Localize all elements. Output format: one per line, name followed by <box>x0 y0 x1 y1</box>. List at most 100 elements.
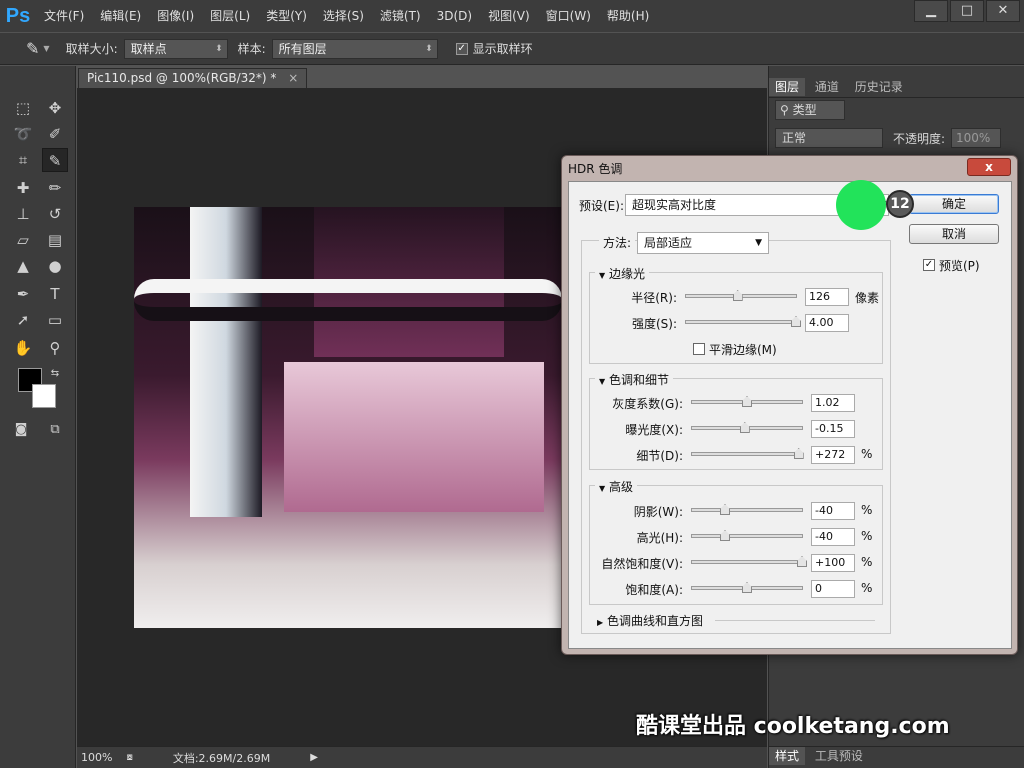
tab-layers[interactable]: 图层 <box>769 78 806 96</box>
vibrance-slider[interactable] <box>691 556 807 567</box>
blend-mode-select[interactable]: 正常 <box>775 128 883 148</box>
eyedropper-icon[interactable]: ✎ <box>26 39 39 58</box>
vibrance-unit: % <box>861 555 873 569</box>
close-tab-icon[interactable]: × <box>288 71 298 85</box>
curve-section-toggle[interactable]: ▶ 色调曲线和直方图 <box>597 612 703 629</box>
menu-edit[interactable]: 编辑(E) <box>92 0 149 32</box>
tab-tool-presets[interactable]: 工具预设 <box>809 747 869 765</box>
eraser-tool-icon[interactable]: ▱ <box>10 228 36 252</box>
exposure-slider[interactable] <box>691 422 803 433</box>
menu-filter[interactable]: 滤镜(T) <box>372 0 429 32</box>
tone-detail-title[interactable]: ▼ 色调和细节 <box>595 371 673 388</box>
step-number-badge: 12 <box>886 190 914 218</box>
menu-layer[interactable]: 图层(L) <box>202 0 258 32</box>
background-color-swatch[interactable] <box>32 384 56 408</box>
eyedropper-tool-icon[interactable]: ✎ <box>42 148 68 172</box>
section-divider <box>715 620 875 621</box>
ok-button[interactable]: 确定 <box>909 194 999 214</box>
document-image[interactable] <box>134 207 562 628</box>
gamma-input[interactable]: 1.02 <box>811 394 855 412</box>
menu-image[interactable]: 图像(I) <box>149 0 202 32</box>
strength-slider[interactable] <box>685 316 801 327</box>
menu-file[interactable]: 文件(F) <box>36 0 92 32</box>
sample-size-select[interactable]: 取样点 ⬍ <box>123 38 228 59</box>
show-ring-label: 显示取样环 <box>472 42 533 56</box>
select-arrow-icon: ⬍ <box>215 43 223 54</box>
clone-stamp-tool-icon[interactable]: ⊥ <box>10 202 36 226</box>
menu-type[interactable]: 类型(Y) <box>258 0 315 32</box>
dodge-tool-icon[interactable]: ● <box>42 254 68 278</box>
radius-label: 半径(R): <box>631 291 677 305</box>
menu-view[interactable]: 视图(V) <box>480 0 538 32</box>
highlight-slider[interactable] <box>691 530 803 541</box>
chevron-down-icon: ▼ <box>755 238 762 248</box>
edge-glow-title[interactable]: ▼ 边缘光 <box>595 265 649 282</box>
tab-channels[interactable]: 通道 <box>809 78 845 96</box>
pen-tool-icon[interactable]: ✒ <box>10 282 36 306</box>
history-brush-tool-icon[interactable]: ↺ <box>42 202 68 226</box>
quick-select-tool-icon[interactable]: ✐ <box>42 122 68 146</box>
sample-select[interactable]: 所有图层 ⬍ <box>271 38 438 59</box>
sample-value: 所有图层 <box>278 41 327 56</box>
exposure-input[interactable]: -0.15 <box>811 420 855 438</box>
path-select-tool-icon[interactable]: ➚ <box>10 308 36 332</box>
sample-size-value: 取样点 <box>130 41 167 56</box>
saturation-unit: % <box>861 581 873 595</box>
shadow-input[interactable]: -40 <box>811 502 855 520</box>
smooth-edges-checkbox[interactable] <box>693 343 705 355</box>
curve-section-title: 色调曲线和直方图 <box>606 614 703 628</box>
panel-tab-strip: 图层 通道 历史记录 <box>769 78 1024 98</box>
tool-preset-chevron-icon[interactable]: ▼ <box>43 44 49 53</box>
healing-brush-tool-icon[interactable]: ✚ <box>10 176 36 200</box>
method-select[interactable]: 局部适应 ▼ <box>637 232 769 254</box>
hand-tool-icon[interactable]: ✋ <box>10 336 36 360</box>
marquee-tool-icon[interactable]: ⬚ <box>10 96 36 120</box>
zoom-tool-icon[interactable]: ⚲ <box>42 336 68 360</box>
radius-slider[interactable] <box>685 290 797 301</box>
menu-window[interactable]: 窗口(W) <box>538 0 599 32</box>
rectangle-tool-icon[interactable]: ▭ <box>42 308 68 332</box>
quick-mask-icon[interactable]: ◙ <box>8 418 34 442</box>
radius-input[interactable]: 126 <box>805 288 849 306</box>
menu-select[interactable]: 选择(S) <box>315 0 372 32</box>
document-tab[interactable]: Pic110.psd @ 100%(RGB/32*) * × <box>78 68 308 88</box>
screen-mode-icon[interactable]: ⧉ <box>42 418 68 442</box>
type-tool-icon[interactable]: T <box>42 282 68 306</box>
status-menu-icon[interactable]: ⧇ <box>126 752 132 763</box>
blur-tool-icon[interactable]: ▲ <box>10 254 36 278</box>
shadow-slider[interactable] <box>691 504 803 515</box>
tab-history[interactable]: 历史记录 <box>849 78 909 96</box>
swap-colors-icon[interactable]: ⇆ <box>42 362 68 386</box>
strength-input[interactable]: 4.00 <box>805 314 849 332</box>
minimize-button[interactable]: ▁ <box>914 0 948 22</box>
move-tool-icon[interactable]: ✥ <box>42 96 68 120</box>
brush-tool-icon[interactable]: ✏ <box>42 176 68 200</box>
dialog-close-button[interactable]: x <box>967 158 1011 176</box>
lasso-tool-icon[interactable]: ➰ <box>10 122 36 146</box>
status-arrow-icon[interactable]: ▶ <box>310 752 318 763</box>
kind-filter-select[interactable]: ⚲ 类型 <box>775 100 845 120</box>
saturation-input[interactable]: 0 <box>811 580 855 598</box>
maximize-button[interactable]: □ <box>950 0 984 22</box>
highlight-input[interactable]: -40 <box>811 528 855 546</box>
cancel-button[interactable]: 取消 <box>909 224 999 244</box>
menu-3d[interactable]: 3D(D) <box>429 0 480 32</box>
gamma-slider[interactable] <box>691 396 803 407</box>
shadow-label: 阴影(W): <box>633 505 683 519</box>
tab-styles[interactable]: 样式 <box>769 747 806 765</box>
detail-slider[interactable] <box>691 448 804 459</box>
menu-bar: Ps 文件(F) 编辑(E) 图像(I) 图层(L) 类型(Y) 选择(S) 滤… <box>0 0 1024 32</box>
close-window-button[interactable]: ✕ <box>986 0 1020 22</box>
crop-tool-icon[interactable]: ⌗ <box>10 148 36 172</box>
vibrance-input[interactable]: +100 <box>811 554 855 572</box>
advanced-title[interactable]: ▼ 高级 <box>595 478 637 495</box>
zoom-level[interactable]: 100% <box>81 751 112 764</box>
show-ring-checkbox[interactable]: ✓ <box>455 42 468 55</box>
menu-help[interactable]: 帮助(H) <box>599 0 657 32</box>
gradient-tool-icon[interactable]: ▤ <box>42 228 68 252</box>
saturation-slider[interactable] <box>691 582 803 593</box>
detail-input[interactable]: +272 <box>811 446 855 464</box>
expand-chevron-icon: ▶ <box>597 618 604 627</box>
opacity-input[interactable]: 100% <box>951 128 1001 148</box>
preview-checkbox[interactable]: ✓ <box>923 259 935 271</box>
